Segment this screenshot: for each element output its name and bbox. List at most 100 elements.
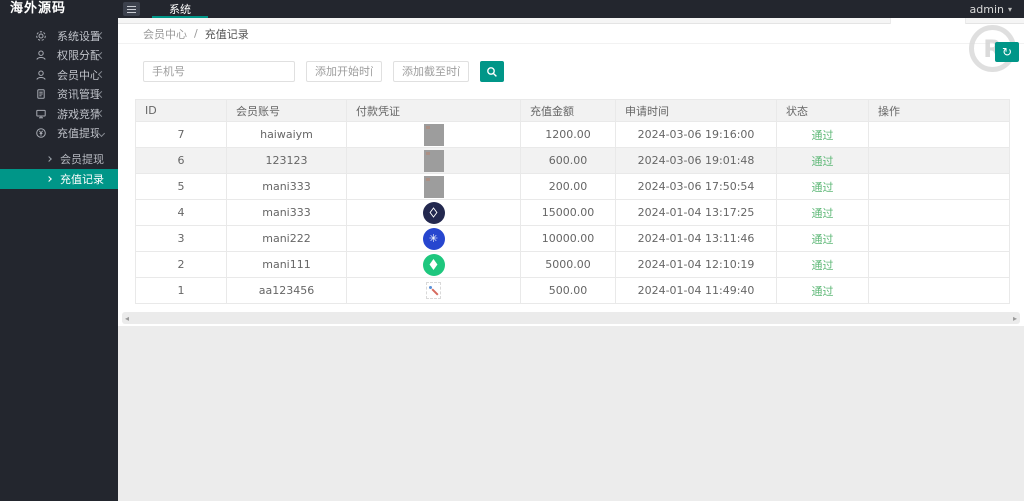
topnav-item-system[interactable]: 系统 [152,0,208,18]
cell-amount: 600.00 [520,147,616,174]
user-icon [36,50,46,61]
status-pass-link[interactable]: 通过 [812,181,834,194]
cell-id: 3 [135,225,227,252]
cell-status: 通过 [776,121,869,148]
main-area: ⌂ 欢迎 系统参数 × 注册协议 × 工单处理 × 会员列表 × 等级配置 × … [118,0,1024,501]
chevron-left-icon [97,90,106,98]
sidebar-item-news-management[interactable]: 资讯管理 [0,85,118,105]
cell-id: 1 [135,277,227,304]
cell-voucher [346,199,521,226]
horizontal-scrollbar[interactable]: ◂ ▸ [122,312,1020,324]
breadcrumb: 会员中心 / 充值记录 [118,24,1024,44]
gear-icon [36,30,46,41]
search-icon [487,66,497,77]
cell-time: 2024-01-04 11:49:40 [615,277,777,304]
cell-id: 6 [135,147,227,174]
chevron-left-icon [97,32,106,40]
table-row: 5 mani333 200.00 2024-03-06 17:50:54 通过 [135,173,1010,200]
cell-status: 通过 [776,251,869,278]
sidebar-item-label: 充值提现 [57,127,99,141]
sidebar-item-recharge-withdraw[interactable]: 充值提现 [0,124,118,144]
voucher-gray-image[interactable] [423,149,444,172]
sidebar-item-member-center[interactable]: 会员中心 [0,65,118,85]
breadcrumb-current: 充值记录 [204,27,249,41]
cell-account: haiwaiym [226,121,347,148]
sidebar-item-label: 游戏竞猜 [57,107,99,121]
cell-amount: 15000.00 [520,199,616,226]
cell-voucher [346,173,521,200]
top-bar: 海外源码 系统 admin ▾ [0,0,1024,18]
cell-account: mani222 [226,225,347,252]
sidebar-item-permissions[interactable]: 权限分配 [0,46,118,66]
table-row: 1 aa123456 500.00 2024-01-04 11:49:40 通过 [135,277,1010,304]
voucher-gray-image[interactable] [423,123,444,146]
table-row: 3 mani222 10000.00 2024-01-04 13:11:46 通… [135,225,1010,252]
chevron-right-icon [46,176,52,182]
cell-time: 2024-03-06 19:16:00 [615,121,777,148]
breadcrumb-separator: / [194,27,198,40]
cell-time: 2024-03-06 19:01:48 [615,147,777,174]
phone-input[interactable] [143,61,295,82]
cell-voucher [346,147,521,174]
cell-status: 通过 [776,277,869,304]
voucher-coin-blue[interactable] [422,227,445,250]
collapse-menu-icon[interactable] [123,2,140,16]
column-header-id: ID [135,99,227,122]
table-row: 2 mani111 5000.00 2024-01-04 12:10:19 通过 [135,251,1010,278]
voucher-gray-image[interactable] [423,175,444,198]
table-header-row: ID 会员账号 付款凭证 充值金额 申请时间 状态 操作 [135,99,1010,122]
cell-voucher [346,251,521,278]
sidebar-subitem-label: 充值记录 [60,173,104,186]
cell-status: 通过 [776,173,869,200]
search-button[interactable] [480,61,504,82]
end-time-input[interactable] [393,61,469,82]
cell-voucher [346,225,521,252]
column-header-amount: 充值金额 [520,99,616,122]
cell-action [868,225,1010,252]
document-icon [37,89,45,99]
sidebar-item-member-withdraw[interactable]: 会员提现 [0,149,118,169]
cell-id: 4 [135,199,227,226]
sidebar-item-label: 系统设置 [57,29,99,43]
user-menu[interactable]: admin ▾ [970,3,1024,16]
cell-amount: 1200.00 [520,121,616,148]
cell-time: 2024-01-04 13:17:25 [615,199,777,226]
content-panel: ID 会员账号 付款凭证 充值金额 申请时间 状态 操作 7 haiwaiym … [118,44,1024,326]
sidebar-item-label: 会员中心 [57,68,99,82]
start-time-input[interactable] [306,61,382,82]
scroll-right-icon[interactable]: ▸ [1013,314,1017,323]
status-pass-link[interactable]: 通过 [812,155,834,168]
cell-time: 2024-01-04 12:10:19 [615,251,777,278]
cell-id: 7 [135,121,227,148]
cell-status: 通过 [776,199,869,226]
voucher-eth-green[interactable] [422,253,445,276]
cell-amount: 200.00 [520,173,616,200]
cell-action [868,251,1010,278]
refresh-button[interactable]: ↻ [995,42,1019,62]
sidebar-item-game-guess[interactable]: 游戏竞猜 [0,104,118,124]
cell-amount: 500.00 [520,277,616,304]
cell-voucher [346,277,521,304]
cell-action [868,121,1010,148]
sidebar-item-system-settings[interactable]: 系统设置 [0,26,118,46]
sidebar-item-recharge-records[interactable]: 充值记录 [0,169,118,189]
status-pass-link[interactable]: 通过 [812,129,834,142]
chevron-right-icon [46,156,52,162]
breadcrumb-section[interactable]: 会员中心 [143,26,187,42]
status-pass-link[interactable]: 通过 [812,233,834,246]
voucher-broken-image[interactable] [426,282,441,299]
cell-time: 2024-01-04 13:11:46 [615,225,777,252]
voucher-eth-dark[interactable] [422,201,445,224]
recharge-records-table: ID 会员账号 付款凭证 充值金额 申请时间 状态 操作 7 haiwaiym … [135,99,1010,304]
status-pass-link[interactable]: 通过 [812,285,834,298]
cell-time: 2024-03-06 17:50:54 [615,173,777,200]
status-pass-link[interactable]: 通过 [812,259,834,272]
status-pass-link[interactable]: 通过 [812,207,834,220]
sidebar-subitem-label: 会员提现 [60,153,104,166]
cell-account: mani111 [226,251,347,278]
cell-action [868,277,1010,304]
chevron-left-icon [97,71,106,79]
scroll-left-icon[interactable]: ◂ [125,314,129,323]
monitor-icon [36,109,46,119]
column-header-account: 会员账号 [226,99,347,122]
